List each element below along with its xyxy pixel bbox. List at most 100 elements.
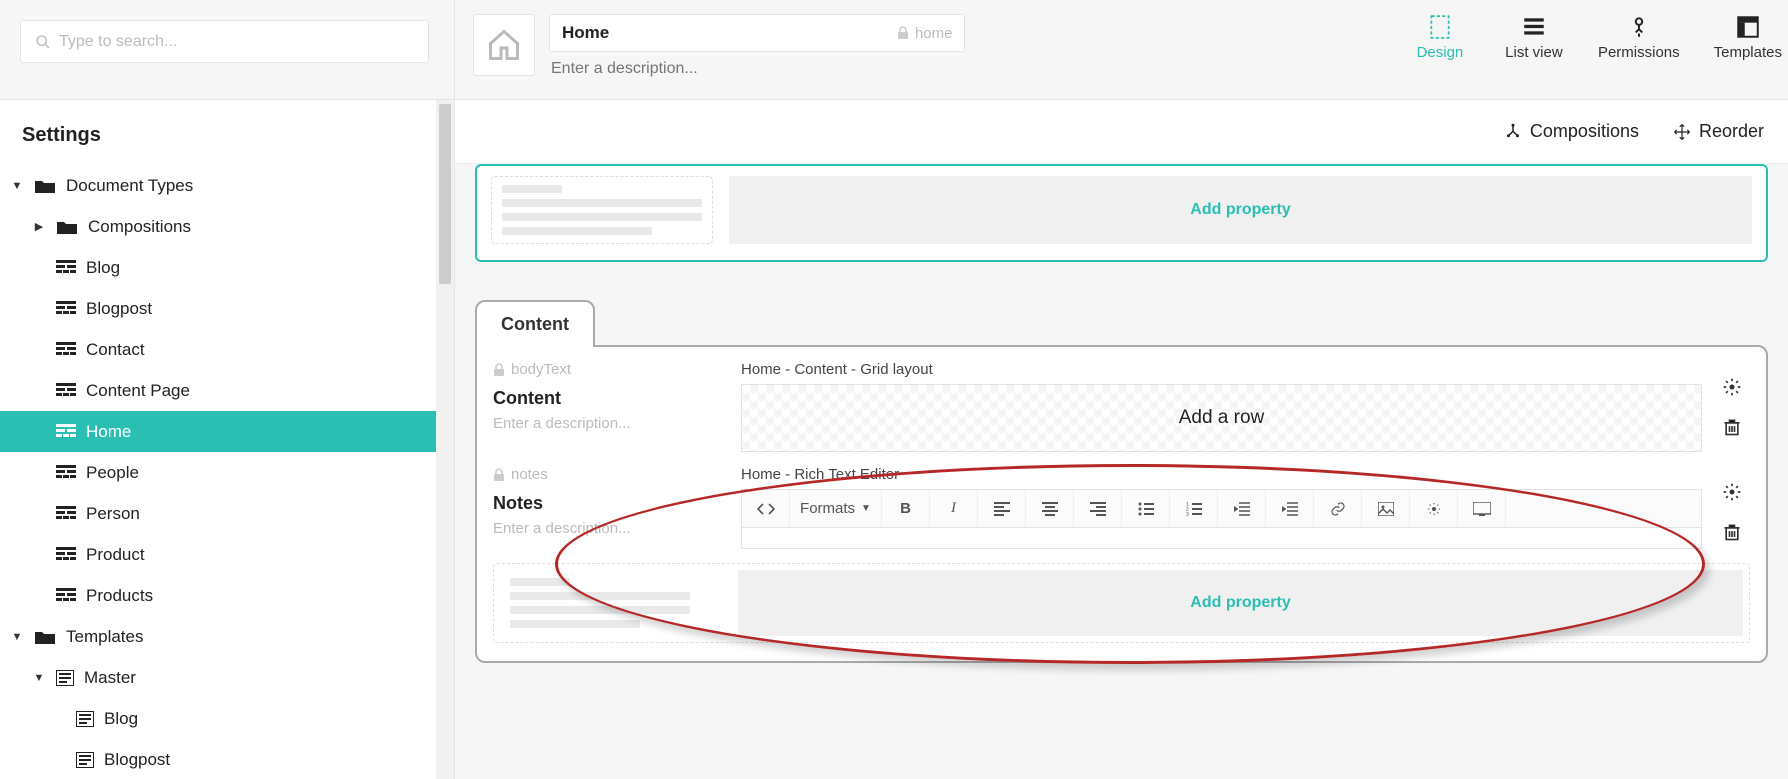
view-tab-templates[interactable]: Templates [1714, 14, 1782, 61]
property-placeholder[interactable] [491, 176, 713, 244]
templates-icon [1735, 14, 1761, 40]
doctype-icon [56, 383, 76, 399]
embed-icon [1473, 502, 1491, 516]
property-alias: bodyText [493, 361, 729, 378]
property-row-notes: notes Notes Enter a description... Home … [493, 466, 1750, 549]
align-center-icon [1042, 502, 1058, 516]
property-placeholder[interactable] [500, 570, 722, 636]
tree-node-people[interactable]: · People [0, 452, 436, 493]
tree-node-compositions[interactable]: ▶ Compositions [0, 206, 436, 247]
gear-icon[interactable] [1722, 377, 1742, 397]
doctype-icon [56, 342, 76, 358]
tree-node-blogpost[interactable]: · Blogpost [0, 288, 436, 329]
italic-icon: I [951, 500, 956, 517]
editor-body: Add property Content bodyText [455, 164, 1788, 779]
template-icon [76, 752, 94, 768]
rte-align-right-button[interactable] [1074, 490, 1122, 527]
tree-node-product[interactable]: · Product [0, 534, 436, 575]
rte-content[interactable] [742, 528, 1701, 548]
property-actions [1714, 466, 1750, 549]
rte-toolbar: Formats ▼ B I 123 [742, 490, 1701, 528]
property-name: Content [493, 388, 729, 409]
tree-label: Contact [86, 340, 145, 360]
editor-toolbar: Compositions Reorder [455, 100, 1788, 164]
doctype-icon [56, 260, 76, 276]
tree-node-home[interactable]: · Home [0, 411, 436, 452]
rte-ol-button[interactable]: 123 [1170, 490, 1218, 527]
tree-label: Content Page [86, 381, 190, 401]
property-editor: Home - Rich Text Editor Formats ▼ [741, 466, 1702, 549]
rte-macro-button[interactable] [1410, 490, 1458, 527]
tree-node-master-blog[interactable]: · Blog [0, 698, 436, 739]
tree-label: Blogpost [86, 299, 152, 319]
tree-node-blog[interactable]: · Blog [0, 247, 436, 288]
scrollbar-thumb[interactable] [439, 104, 451, 284]
property-meta[interactable]: bodyText Content Enter a description... [493, 361, 729, 452]
property-desc: Enter a description... [493, 415, 729, 432]
rte-formats-button[interactable]: Formats ▼ [790, 490, 882, 527]
link-icon [1330, 501, 1346, 517]
tree: Settings ▼ Document Types ▶ Compositions… [0, 100, 454, 779]
rte-bold-button[interactable]: B [882, 490, 930, 527]
tree-node-content-page[interactable]: · Content Page [0, 370, 436, 411]
main-header: Home home Design List view [455, 0, 1788, 100]
tree-node-contact[interactable]: · Contact [0, 329, 436, 370]
numbered-list-icon: 123 [1186, 502, 1202, 516]
tree-node-person[interactable]: · Person [0, 493, 436, 534]
tree-label: Compositions [88, 217, 191, 237]
doctype-icon [56, 424, 76, 440]
doc-description-input[interactable] [549, 52, 965, 78]
reorder-button[interactable]: Reorder [1673, 121, 1764, 142]
trash-icon[interactable] [1722, 417, 1742, 437]
compositions-icon [1504, 123, 1522, 141]
rte-align-center-button[interactable] [1026, 490, 1074, 527]
align-right-icon [1090, 502, 1106, 516]
rte-image-button[interactable] [1362, 490, 1410, 527]
compositions-button[interactable]: Compositions [1504, 121, 1639, 142]
folder-icon [56, 219, 78, 235]
rte-embed-button[interactable] [1458, 490, 1506, 527]
search-input[interactable] [59, 33, 414, 51]
tree-label: Products [86, 586, 153, 606]
search-box[interactable] [20, 20, 429, 63]
view-tab-permissions[interactable]: Permissions [1598, 14, 1680, 61]
tab-content[interactable]: Content [475, 300, 595, 347]
gear-icon[interactable] [1722, 482, 1742, 502]
add-property-button[interactable]: Add property [729, 176, 1752, 244]
tree-node-document-types[interactable]: ▼ Document Types [0, 165, 436, 206]
view-tab-listview[interactable]: List view [1504, 14, 1564, 61]
view-tab-label: List view [1505, 44, 1563, 61]
indent-icon [1282, 502, 1298, 516]
tree-label: Blog [86, 258, 120, 278]
property-desc: Enter a description... [493, 520, 729, 537]
rte-outdent-button[interactable] [1218, 490, 1266, 527]
tree-label: Master [84, 668, 136, 688]
rte-indent-button[interactable] [1266, 490, 1314, 527]
property-editor: Home - Content - Grid layout Add a row [741, 361, 1702, 452]
doc-icon-picker[interactable] [473, 14, 535, 76]
rte-align-left-button[interactable] [978, 490, 1026, 527]
permissions-icon [1626, 14, 1652, 40]
svg-text:3: 3 [1186, 512, 1189, 516]
rte-link-button[interactable] [1314, 490, 1362, 527]
add-property-button[interactable]: Add property [738, 570, 1743, 636]
trash-icon[interactable] [1722, 522, 1742, 542]
scrollbar[interactable] [436, 100, 454, 779]
tree-node-products[interactable]: · Products [0, 575, 436, 616]
grid-add-row[interactable]: Add a row [741, 384, 1702, 452]
editor-actions: Compositions Reorder [1504, 121, 1764, 142]
rte-italic-button[interactable]: I [930, 490, 978, 527]
tree-node-master-blogpost[interactable]: · Blogpost [0, 739, 436, 779]
tree-node-templates[interactable]: ▼ Templates [0, 616, 436, 657]
view-tab-label: Design [1417, 44, 1464, 61]
title-row[interactable]: Home home [549, 14, 965, 52]
caret-down-icon: ▼ [10, 180, 24, 192]
code-icon [757, 502, 775, 516]
caret-down-icon: ▼ [10, 631, 24, 643]
property-meta[interactable]: notes Notes Enter a description... [493, 466, 729, 549]
title-stack: Home home [549, 14, 965, 78]
rte-source-button[interactable] [742, 490, 790, 527]
tree-node-master[interactable]: ▼ Master [0, 657, 436, 698]
view-tab-design[interactable]: Design [1410, 14, 1470, 61]
rte-ul-button[interactable] [1122, 490, 1170, 527]
